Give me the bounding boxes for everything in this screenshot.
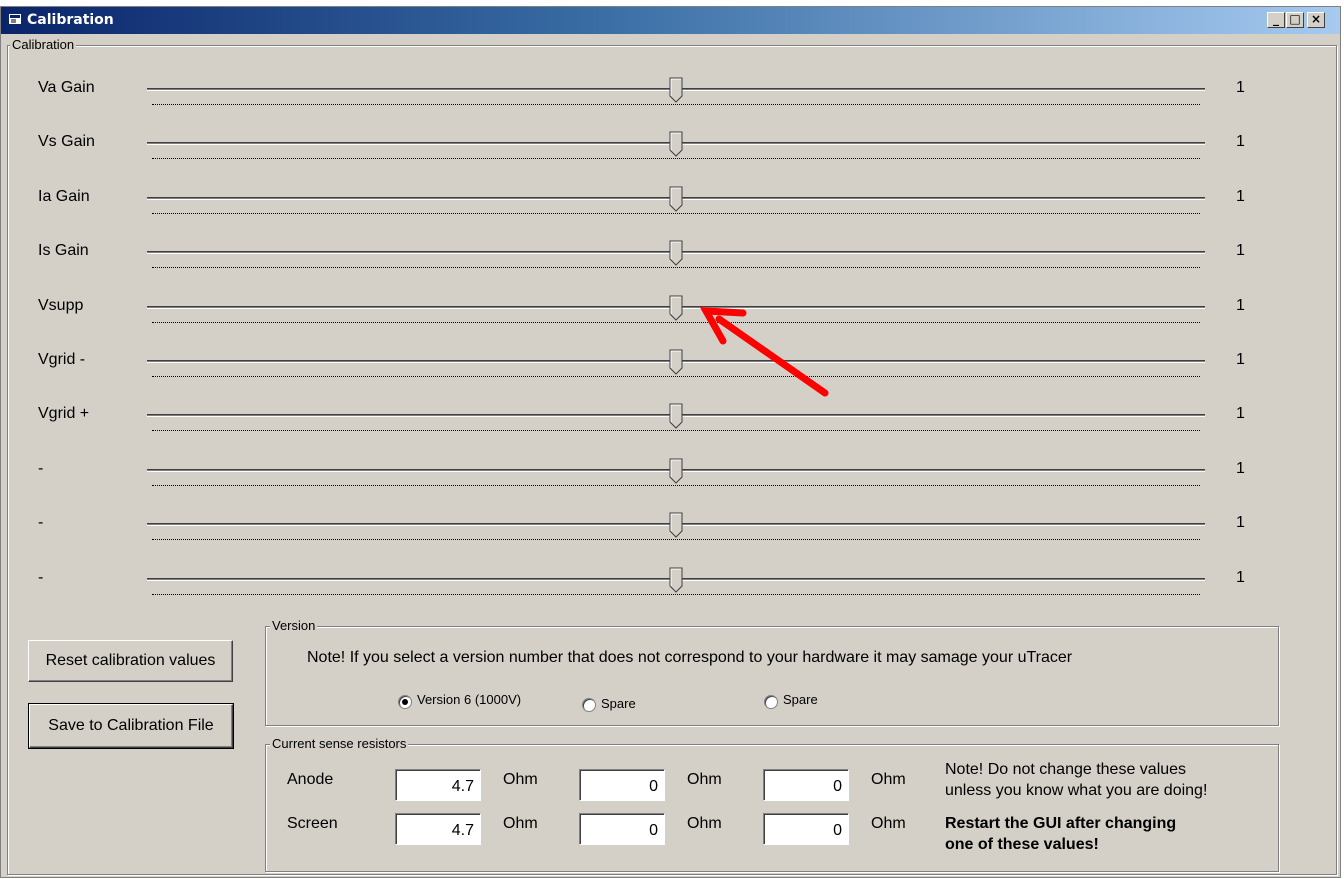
screen-resistor-1-field[interactable]: 4.7 (395, 813, 481, 845)
arrow-shaft (715, 315, 829, 397)
window-title: Calibration (27, 12, 114, 28)
anode-resistor-2-field[interactable]: 0 (579, 769, 665, 801)
red-arrow-annotation (699, 307, 829, 397)
ohm-unit: Ohm (687, 815, 722, 832)
slider-value: 1 (1236, 514, 1245, 531)
slider-label: Vgrid + (38, 405, 90, 422)
maximize-button[interactable]: □ (1286, 12, 1304, 28)
slider-label: - (38, 460, 44, 477)
slider-label: Vsupp (38, 297, 84, 314)
slider-value: 1 (1236, 188, 1245, 205)
slider-label: Vs Gain (38, 133, 95, 150)
slider-value: 1 (1236, 242, 1245, 259)
slider-value: 1 (1236, 133, 1245, 150)
slider-value: 1 (1236, 405, 1245, 422)
screen-label: Screen (287, 815, 338, 832)
reset-calibration-button[interactable]: Reset calibration values (28, 640, 233, 682)
slider-thumb[interactable] (669, 131, 683, 157)
close-button[interactable]: × (1307, 12, 1325, 28)
slider-ticks (152, 213, 1200, 214)
radio-spare-2[interactable] (764, 695, 778, 709)
window-icon (9, 14, 21, 24)
slider-label: Vgrid - (38, 351, 86, 368)
slider-value: 1 (1236, 569, 1245, 586)
slider-thumb[interactable] (669, 512, 683, 538)
version-frame-label: Version (270, 618, 318, 633)
title-bar[interactable]: Calibration _ □ × (1, 7, 1340, 34)
slider-label: Ia Gain (38, 188, 90, 205)
radio-spare-1[interactable] (582, 698, 596, 712)
slider-label: - (38, 569, 44, 586)
close-icon: × (1310, 12, 1322, 26)
anode-resistor-3-field[interactable]: 0 (763, 769, 849, 801)
radio-selected-dot (402, 699, 408, 705)
slider-thumb[interactable] (669, 295, 683, 321)
slider-ticks (152, 594, 1200, 595)
slider-ticks (152, 322, 1200, 323)
slider-thumb[interactable] (669, 186, 683, 212)
anode-resistor-1-field[interactable]: 4.7 (395, 769, 481, 801)
radio-version-6[interactable] (398, 695, 412, 709)
slider-thumb[interactable] (669, 349, 683, 375)
radio-spare-2-label: Spare (783, 692, 818, 707)
restart-warning-line-2: one of these values! (945, 836, 1099, 853)
slider-thumb[interactable] (669, 567, 683, 593)
minimize-button[interactable]: _ (1267, 12, 1285, 28)
slider-value: 1 (1236, 297, 1245, 314)
slider-thumb[interactable] (669, 77, 683, 103)
slider-ticks (152, 539, 1200, 540)
calibration-frame-label: Calibration (10, 37, 77, 52)
ohm-unit: Ohm (503, 771, 538, 788)
resistor-note-line-1: Note! Do not change these values (945, 761, 1187, 778)
slider-value: 1 (1236, 351, 1245, 368)
slider-ticks (152, 376, 1200, 377)
ohm-unit: Ohm (687, 771, 722, 788)
slider-label: Va Gain (38, 79, 95, 96)
resistors-frame-label: Current sense resistors (270, 736, 409, 751)
resistor-note-line-2: unless you know what you are doing! (945, 782, 1208, 799)
slider-thumb[interactable] (669, 240, 683, 266)
version-note: Note! If you select a version number tha… (307, 649, 1073, 666)
save-calibration-button[interactable]: Save to Calibration File (28, 703, 234, 749)
slider-thumb[interactable] (669, 403, 683, 429)
slider-label: Is Gain (38, 242, 89, 259)
version-frame: Version (265, 618, 1279, 726)
slider-label: - (38, 514, 44, 531)
screen-resistor-2-field[interactable]: 0 (579, 813, 665, 845)
save-calibration-label: Save to Calibration File (48, 717, 214, 734)
slider-ticks (152, 267, 1200, 268)
minimize-icon: _ (1273, 12, 1279, 26)
slider-thumb[interactable] (669, 458, 683, 484)
ohm-unit: Ohm (871, 815, 906, 832)
maximize-icon: □ (1289, 12, 1301, 26)
ohm-unit: Ohm (871, 771, 906, 788)
calibration-window: Calibration _ □ × Calibration Reset cali… (0, 6, 1341, 878)
slider-value: 1 (1236, 79, 1245, 96)
radio-spare-1-label: Spare (601, 696, 636, 711)
slider-ticks (152, 430, 1200, 431)
screen-resistor-3-field[interactable]: 0 (763, 813, 849, 845)
restart-warning-line-1: Restart the GUI after changing (945, 815, 1177, 832)
slider-ticks (152, 485, 1200, 486)
slider-ticks (152, 158, 1200, 159)
anode-label: Anode (287, 771, 334, 788)
slider-ticks (152, 104, 1200, 105)
ohm-unit: Ohm (503, 815, 538, 832)
slider-value: 1 (1236, 460, 1245, 477)
radio-version-6-label: Version 6 (1000V) (417, 692, 522, 707)
